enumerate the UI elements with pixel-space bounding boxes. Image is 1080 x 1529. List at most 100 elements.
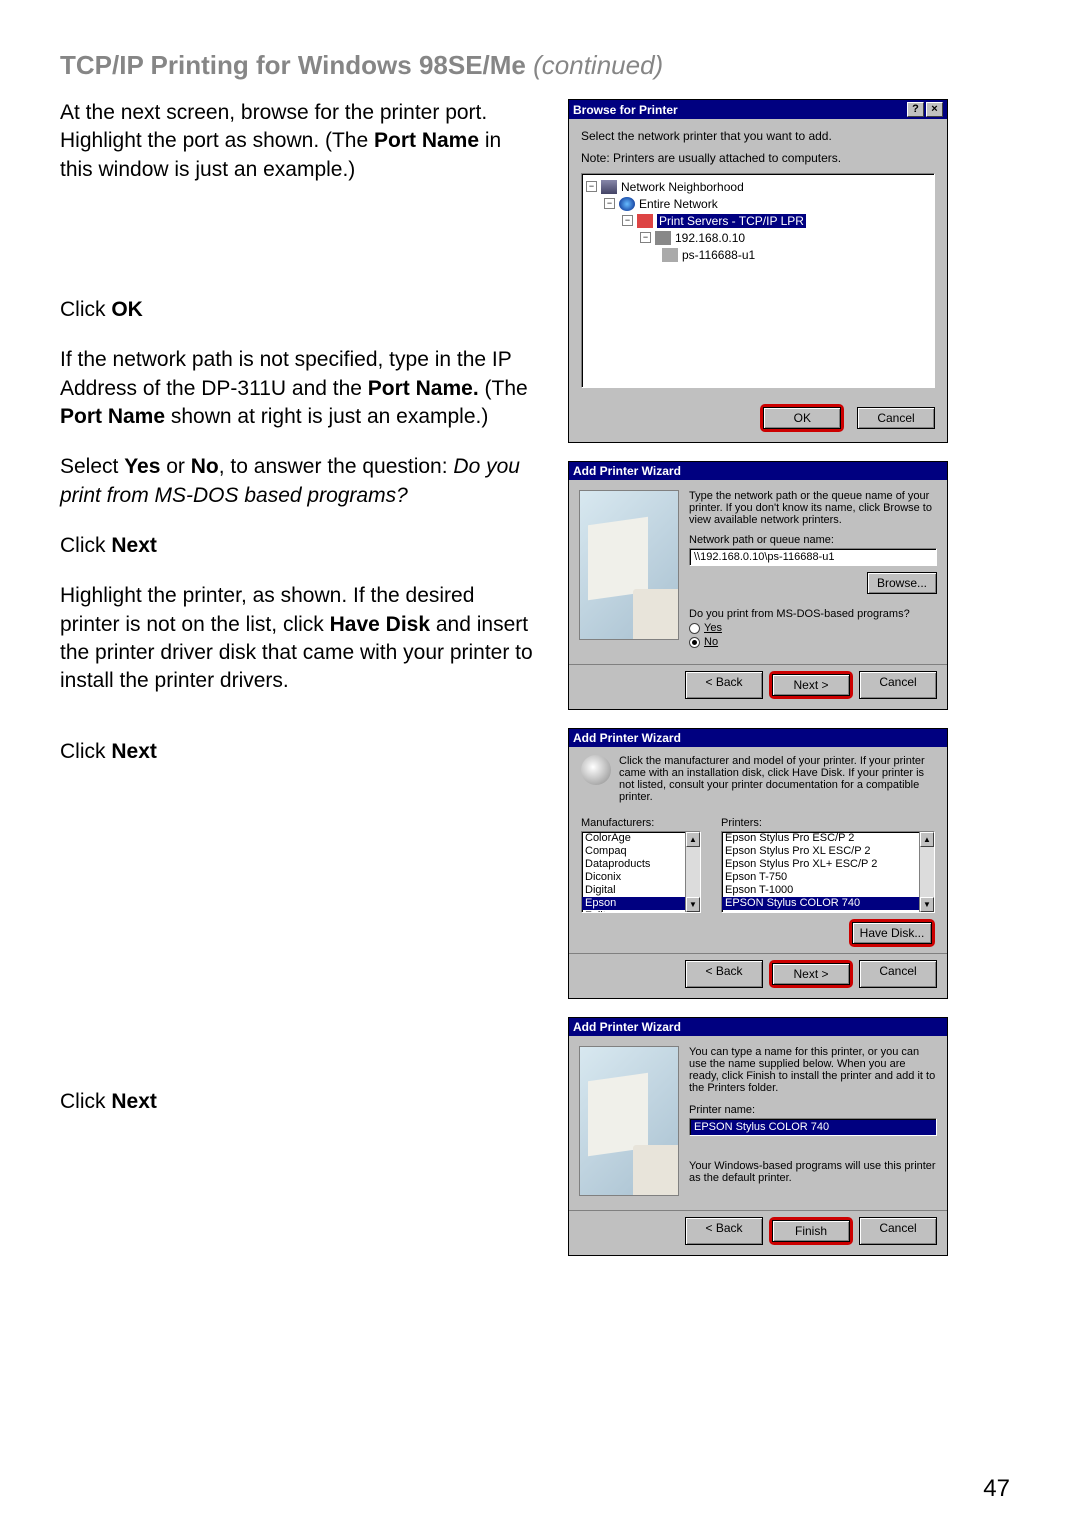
wizard-graphic	[579, 1046, 679, 1196]
back-button[interactable]: < Back	[685, 1217, 763, 1245]
network-icon	[637, 214, 653, 228]
dlg1-titlebar: Browse for Printer ? ×	[569, 100, 947, 119]
list-item[interactable]: Epson Stylus Pro XL ESC/P 2	[722, 845, 934, 858]
dlg2-title: Add Printer Wizard	[573, 464, 681, 478]
prn-label: Printers:	[721, 817, 935, 829]
radio-yes[interactable]: Yes	[689, 622, 937, 634]
list-item[interactable]: Epson T-1000	[722, 884, 934, 897]
disk-icon	[581, 755, 611, 785]
ok-highlight: OK	[760, 404, 844, 432]
screenshot-column: Browse for Printer ? × Select the networ…	[568, 99, 1020, 1274]
list-item[interactable]: EPSON Stylus COLOR 740	[722, 897, 934, 910]
instr-p8: Click Next	[60, 1088, 538, 1116]
scroll-up-icon[interactable]: ▲	[686, 832, 700, 847]
heading-continued: (continued)	[526, 50, 663, 80]
list-item[interactable]: Epson T-750	[722, 871, 934, 884]
dlg1-title: Browse for Printer	[573, 103, 678, 117]
instr-p2: Click OK	[60, 296, 538, 324]
dlg4-desc: You can type a name for this printer, or…	[689, 1046, 937, 1094]
instr-p1: At the next screen, browse for the print…	[60, 99, 538, 184]
dlg4-note: Your Windows-based programs will use thi…	[689, 1160, 937, 1184]
cancel-button[interactable]: Cancel	[859, 960, 937, 988]
dlg4-titlebar: Add Printer Wizard	[569, 1018, 947, 1036]
add-printer-wizard-driver-dialog: Add Printer Wizard Click the manufacture…	[568, 728, 948, 999]
list-item[interactable]: Epson Stylus Pro XL+ ESC/P 2	[722, 858, 934, 871]
next-button[interactable]: Next >	[772, 674, 850, 696]
have-disk-highlight: Have Disk...	[849, 919, 935, 947]
list-item[interactable]: Fujitsu	[582, 910, 700, 913]
close-icon[interactable]: ×	[926, 102, 943, 117]
expander-icon[interactable]: −	[622, 215, 633, 226]
tree-node-port[interactable]: ps-116688-u1	[586, 246, 930, 263]
dlg3-desc: Click the manufacturer and model of your…	[619, 755, 935, 803]
instr-p4: Select Yes or No, to answer the question…	[60, 453, 538, 510]
instr-p3: If the network path is not specified, ty…	[60, 346, 538, 431]
instr-p5: Click Next	[60, 532, 538, 560]
expander-icon[interactable]: −	[586, 181, 597, 192]
instruction-column: At the next screen, browse for the print…	[60, 99, 538, 1274]
help-icon[interactable]: ?	[907, 102, 924, 117]
add-printer-wizard-name-dialog: Add Printer Wizard You can type a name f…	[568, 1017, 948, 1256]
tree-node-ip[interactable]: − 192.168.0.10	[586, 229, 930, 246]
manufacturers-list[interactable]: ColorAgeCompaqDataproductsDiconixDigital…	[581, 831, 701, 913]
expander-icon[interactable]: −	[604, 198, 615, 209]
list-item[interactable]: Compaq	[582, 845, 700, 858]
printer-icon	[662, 248, 678, 262]
finish-highlight: Finish	[769, 1217, 853, 1245]
scrollbar[interactable]: ▲ ▼	[685, 832, 700, 912]
add-printer-wizard-path-dialog: Add Printer Wizard Type the network path…	[568, 461, 948, 710]
dlg2-question: Do you print from MS-DOS-based programs?	[689, 608, 937, 620]
next-button[interactable]: Next >	[772, 963, 850, 985]
tree-selected-label: Print Servers - TCP/IP LPR	[657, 214, 806, 228]
tree-node-print-servers[interactable]: − Print Servers - TCP/IP LPR	[586, 212, 930, 229]
list-item[interactable]: ColorAge	[582, 832, 700, 845]
back-button[interactable]: < Back	[685, 671, 763, 699]
have-disk-button[interactable]: Have Disk...	[852, 922, 932, 944]
radio-icon	[689, 637, 700, 648]
dlg1-line1: Select the network printer that you want…	[581, 129, 935, 143]
list-item[interactable]: Diconix	[582, 871, 700, 884]
list-item[interactable]: Digital	[582, 884, 700, 897]
wizard-graphic	[579, 490, 679, 640]
scroll-up-icon[interactable]: ▲	[920, 832, 934, 847]
cancel-button[interactable]: Cancel	[859, 1217, 937, 1245]
scroll-down-icon[interactable]: ▼	[920, 897, 934, 912]
path-input[interactable]: \\192.168.0.10\ps-116688-u1	[689, 548, 937, 566]
heading-title: TCP/IP Printing for Windows 98SE/Me	[60, 50, 526, 80]
tree-node-entire-network[interactable]: − Entire Network	[586, 195, 930, 212]
list-item[interactable]: Epson	[582, 897, 700, 910]
list-item[interactable]: Dataproducts	[582, 858, 700, 871]
network-neighborhood-icon	[601, 180, 617, 194]
dlg2-titlebar: Add Printer Wizard	[569, 462, 947, 480]
scroll-down-icon[interactable]: ▼	[686, 897, 700, 912]
cancel-button[interactable]: Cancel	[857, 407, 935, 429]
browse-button[interactable]: Browse...	[867, 572, 937, 594]
list-item[interactable]: Epson Stylus Pro ESC/P 2	[722, 832, 934, 845]
printers-list[interactable]: Epson Stylus Pro ESC/P 2Epson Stylus Pro…	[721, 831, 935, 913]
mfg-label: Manufacturers:	[581, 817, 701, 829]
radio-no[interactable]: No	[689, 636, 937, 648]
next-highlight: Next >	[769, 960, 853, 988]
dlg4-title: Add Printer Wizard	[573, 1020, 681, 1034]
back-button[interactable]: < Back	[685, 960, 763, 988]
dlg3-titlebar: Add Printer Wizard	[569, 729, 947, 747]
instr-p7: Click Next	[60, 738, 538, 766]
dlg3-title: Add Printer Wizard	[573, 731, 681, 745]
network-tree[interactable]: − Network Neighborhood − Entire Network …	[581, 173, 935, 388]
next-highlight: Next >	[769, 671, 853, 699]
finish-button[interactable]: Finish	[772, 1220, 850, 1242]
browse-for-printer-dialog: Browse for Printer ? × Select the networ…	[568, 99, 948, 443]
page-number: 47	[983, 1475, 1010, 1503]
printer-name-input[interactable]: EPSON Stylus COLOR 740	[689, 1118, 937, 1136]
printer-name-label: Printer name:	[689, 1104, 937, 1116]
page-heading: TCP/IP Printing for Windows 98SE/Me (con…	[60, 50, 1020, 81]
tree-node-network-neighborhood[interactable]: − Network Neighborhood	[586, 178, 930, 195]
ok-button[interactable]: OK	[763, 407, 841, 429]
scrollbar[interactable]: ▲ ▼	[919, 832, 934, 912]
dlg2-desc: Type the network path or the queue name …	[689, 490, 937, 526]
computer-icon	[655, 231, 671, 245]
globe-icon	[619, 197, 635, 211]
expander-icon[interactable]: −	[640, 232, 651, 243]
cancel-button[interactable]: Cancel	[859, 671, 937, 699]
instr-p6: Highlight the printer, as shown. If the …	[60, 582, 538, 695]
